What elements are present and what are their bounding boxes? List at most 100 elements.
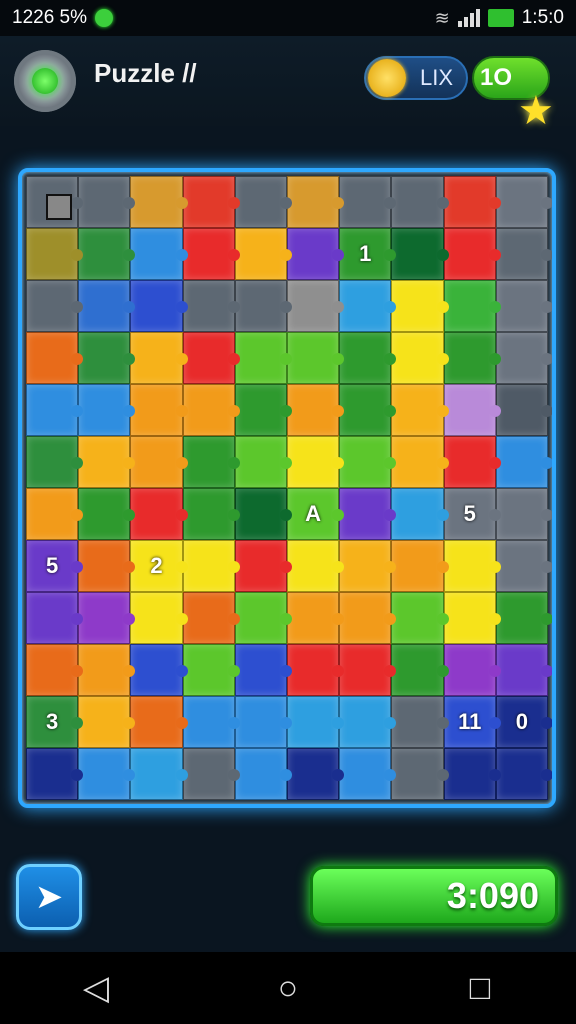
puzzle-piece[interactable]	[443, 384, 502, 436]
puzzle-piece[interactable]	[443, 748, 502, 800]
puzzle-piece[interactable]	[78, 540, 136, 592]
puzzle-piece[interactable]	[234, 540, 293, 592]
puzzle-piece[interactable]	[130, 332, 188, 384]
settings-gear-icon[interactable]	[14, 50, 76, 112]
puzzle-piece[interactable]	[182, 748, 241, 800]
puzzle-piece[interactable]	[391, 436, 449, 488]
puzzle-piece[interactable]	[339, 592, 397, 644]
puzzle-piece[interactable]	[287, 644, 345, 696]
puzzle-piece[interactable]	[287, 228, 345, 280]
puzzle-piece[interactable]	[339, 696, 397, 748]
puzzle-piece[interactable]	[78, 228, 136, 280]
puzzle-piece[interactable]	[495, 644, 552, 696]
puzzle-piece[interactable]	[339, 748, 397, 800]
puzzle-piece[interactable]	[287, 332, 345, 384]
puzzle-piece[interactable]	[78, 696, 136, 748]
puzzle-piece[interactable]	[339, 332, 397, 384]
puzzle-piece[interactable]	[234, 436, 293, 488]
lock-icon[interactable]	[46, 194, 72, 220]
puzzle-piece[interactable]	[287, 280, 345, 332]
puzzle-piece[interactable]	[391, 696, 449, 748]
puzzle-piece[interactable]	[234, 176, 293, 228]
puzzle-piece[interactable]	[495, 280, 552, 332]
puzzle-piece[interactable]	[391, 332, 449, 384]
puzzle-piece[interactable]: 0	[495, 696, 552, 748]
puzzle-piece[interactable]	[339, 644, 397, 696]
puzzle-piece[interactable]	[443, 540, 502, 592]
puzzle-piece[interactable]	[182, 384, 241, 436]
puzzle-piece[interactable]	[287, 748, 345, 800]
puzzle-piece[interactable]	[443, 332, 502, 384]
puzzle-piece[interactable]	[495, 384, 552, 436]
puzzle-piece[interactable]	[78, 176, 136, 228]
puzzle-piece[interactable]	[443, 228, 502, 280]
puzzle-piece[interactable]	[130, 644, 188, 696]
puzzle-piece[interactable]	[339, 384, 397, 436]
puzzle-piece[interactable]	[391, 176, 449, 228]
puzzle-piece[interactable]	[78, 592, 136, 644]
puzzle-piece[interactable]	[443, 436, 502, 488]
puzzle-piece[interactable]	[182, 592, 241, 644]
puzzle-piece[interactable]	[391, 228, 449, 280]
puzzle-piece[interactable]	[130, 592, 188, 644]
puzzle-piece[interactable]	[287, 436, 345, 488]
puzzle-piece[interactable]	[26, 488, 84, 540]
puzzle-piece[interactable]	[26, 280, 84, 332]
puzzle-piece[interactable]: 5	[26, 540, 84, 592]
puzzle-piece[interactable]	[443, 592, 502, 644]
puzzle-piece[interactable]	[130, 488, 188, 540]
puzzle-piece[interactable]	[130, 696, 188, 748]
puzzle-piece[interactable]: 2	[130, 540, 188, 592]
puzzle-piece[interactable]	[391, 748, 449, 800]
puzzle-piece[interactable]	[287, 540, 345, 592]
puzzle-piece[interactable]	[391, 384, 449, 436]
puzzle-piece[interactable]: 5	[443, 488, 502, 540]
nav-recents-icon[interactable]: □	[450, 958, 510, 1018]
puzzle-piece[interactable]	[391, 592, 449, 644]
puzzle-piece[interactable]	[287, 592, 345, 644]
back-button[interactable]: ➤	[16, 864, 82, 930]
puzzle-piece[interactable]	[339, 436, 397, 488]
puzzle-piece[interactable]	[182, 332, 241, 384]
puzzle-piece[interactable]	[443, 280, 502, 332]
puzzle-piece[interactable]	[234, 644, 293, 696]
puzzle-piece[interactable]	[26, 644, 84, 696]
puzzle-piece[interactable]	[78, 384, 136, 436]
puzzle-piece[interactable]: 3	[26, 696, 84, 748]
puzzle-piece[interactable]	[495, 436, 552, 488]
puzzle-piece[interactable]	[26, 384, 84, 436]
puzzle-piece[interactable]	[130, 176, 188, 228]
puzzle-piece[interactable]	[182, 280, 241, 332]
puzzle-piece[interactable]	[339, 540, 397, 592]
puzzle-piece[interactable]	[234, 332, 293, 384]
puzzle-piece[interactable]	[339, 280, 397, 332]
puzzle-piece[interactable]	[287, 176, 345, 228]
puzzle-piece[interactable]	[78, 332, 136, 384]
puzzle-piece[interactable]	[26, 748, 84, 800]
puzzle-piece[interactable]	[182, 488, 241, 540]
puzzle-piece[interactable]	[182, 696, 241, 748]
puzzle-piece[interactable]	[391, 280, 449, 332]
puzzle-piece[interactable]	[26, 592, 84, 644]
puzzle-piece[interactable]	[495, 540, 552, 592]
puzzle-piece[interactable]	[234, 748, 293, 800]
puzzle-piece[interactable]	[495, 332, 552, 384]
puzzle-piece[interactable]	[495, 592, 552, 644]
puzzle-piece[interactable]	[78, 488, 136, 540]
puzzle-piece[interactable]	[26, 436, 84, 488]
puzzle-piece[interactable]	[78, 748, 136, 800]
puzzle-piece[interactable]	[234, 592, 293, 644]
puzzle-piece[interactable]	[182, 644, 241, 696]
puzzle-piece[interactable]	[287, 696, 345, 748]
puzzle-piece[interactable]	[234, 228, 293, 280]
puzzle-piece[interactable]: 11	[443, 696, 502, 748]
nav-home-icon[interactable]: ○	[258, 958, 318, 1018]
puzzle-piece[interactable]	[234, 280, 293, 332]
puzzle-piece[interactable]	[182, 436, 241, 488]
puzzle-piece[interactable]	[443, 176, 502, 228]
puzzle-piece[interactable]	[130, 436, 188, 488]
puzzle-piece[interactable]	[26, 332, 84, 384]
nav-back-icon[interactable]: ◁	[66, 958, 126, 1018]
puzzle-piece[interactable]	[391, 644, 449, 696]
puzzle-piece[interactable]	[234, 696, 293, 748]
